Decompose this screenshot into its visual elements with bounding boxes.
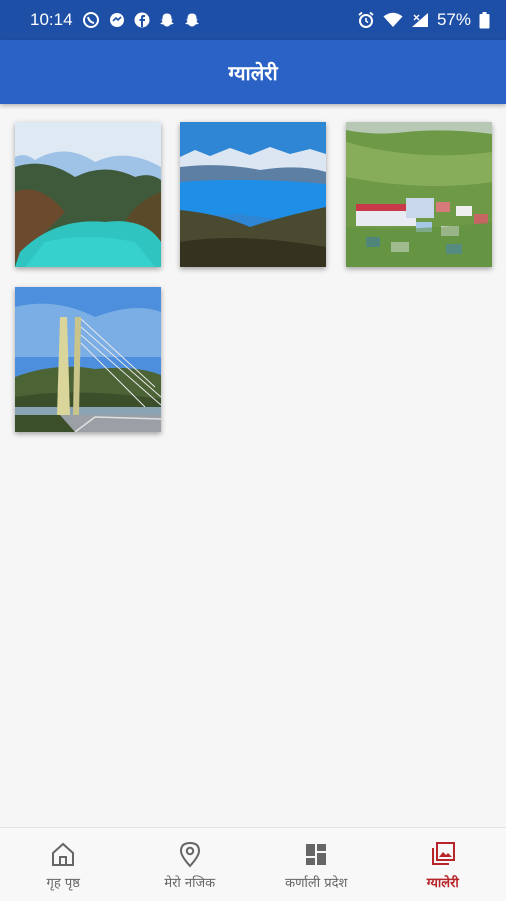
gallery-image-blue-lake-mountains[interactable]: [180, 122, 326, 267]
home-icon: [49, 840, 77, 868]
nav-item-nearby[interactable]: मेरो नजिक: [127, 828, 254, 901]
nav-item-gallery-label: ग्यालेरी: [427, 873, 459, 891]
viber-icon: [82, 11, 100, 29]
messenger-icon: [109, 12, 125, 28]
nav-item-home[interactable]: गृह पृष्ठ: [0, 828, 127, 901]
nav-item-home-label: गृह पृष्ठ: [47, 873, 80, 891]
wifi-icon: [383, 12, 403, 28]
snapchat-icon: [184, 12, 200, 28]
page-title: ग्यालेरी: [228, 59, 277, 86]
nav-item-karnali-province-label: कर्णाली प्रदेश: [285, 873, 347, 891]
battery-percentage: 57%: [437, 10, 471, 30]
gallery-image-hillside-town[interactable]: [346, 122, 492, 267]
gallery-image-turquoise-lake[interactable]: [15, 122, 161, 267]
status-bar: 10:14 57%: [0, 0, 506, 40]
gallery-icon: [429, 840, 457, 868]
snapchat-icon: [159, 12, 175, 28]
app-bar: ग्यालेरी: [0, 40, 506, 104]
dashboard-icon: [302, 840, 330, 868]
alarm-icon: [357, 11, 375, 29]
bottom-navigation: गृह पृष्ठ मेरो नजिक कर्णाली प्रदेश ग्याल…: [0, 827, 506, 901]
location-pin-icon: [176, 840, 204, 868]
nav-item-karnali-province[interactable]: कर्णाली प्रदेश: [253, 828, 380, 901]
nav-item-nearby-label: मेरो नजिक: [164, 873, 215, 891]
battery-icon: [479, 12, 490, 29]
facebook-icon: [134, 12, 150, 28]
signal-icon: [411, 12, 429, 28]
status-time: 10:14: [30, 10, 73, 30]
gallery-image-suspension-bridge[interactable]: [15, 287, 161, 432]
nav-item-gallery[interactable]: ग्यालेरी: [380, 828, 506, 901]
